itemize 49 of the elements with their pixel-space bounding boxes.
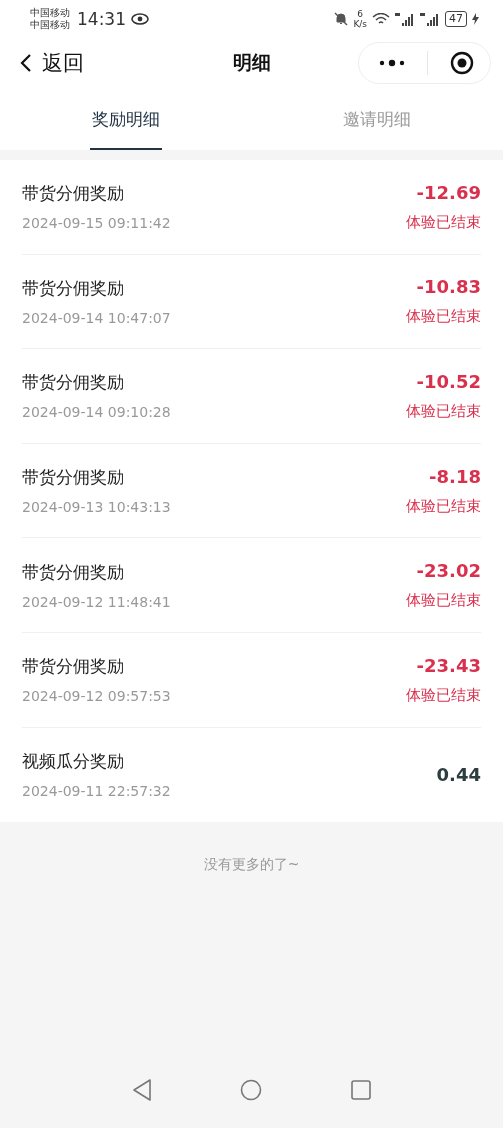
record-status: 体验已结束 xyxy=(406,496,481,516)
wifi-icon xyxy=(372,12,390,26)
record-time: 2024-09-14 09:10:28 xyxy=(22,404,171,421)
record-amount: 0.44 xyxy=(436,764,481,786)
record-title: 带货分佣奖励 xyxy=(22,276,125,300)
record-amount: -8.18 xyxy=(429,465,481,487)
record-time: 2024-09-12 11:48:41 xyxy=(22,593,171,610)
record-status: 体验已结束 xyxy=(406,591,481,611)
signal-icon xyxy=(395,12,415,26)
record-time: 2024-09-12 09:57:53 xyxy=(22,688,171,705)
record-title: 带货分佣奖励 xyxy=(22,466,125,490)
record-title: 带货分佣奖励 xyxy=(22,371,125,395)
status-time: 14:31 xyxy=(77,9,126,29)
recent-square-icon[interactable] xyxy=(349,1079,372,1101)
charging-icon xyxy=(472,13,479,25)
record-status: 体验已结束 xyxy=(406,212,481,232)
carrier-name: 中国移动 xyxy=(30,19,70,31)
record-title: 视频瓜分奖励 xyxy=(22,750,125,774)
home-circle-icon[interactable] xyxy=(239,1079,262,1101)
record-time: 2024-09-11 22:57:32 xyxy=(22,783,171,800)
page-title: 明细 xyxy=(232,50,271,75)
record-status: 体验已结束 xyxy=(406,307,481,327)
carrier-name: 中国移动 xyxy=(30,7,70,19)
signal-icon xyxy=(420,12,440,26)
back-button[interactable]: 返回 xyxy=(20,49,84,77)
record-time: 2024-09-15 09:11:42 xyxy=(22,215,171,232)
record-time: 2024-09-13 10:43:13 xyxy=(22,499,171,516)
back-triangle-icon[interactable] xyxy=(131,1078,152,1102)
record-amount: -23.43 xyxy=(416,654,481,676)
chevron-left-icon xyxy=(20,53,32,73)
record-amount: -10.83 xyxy=(416,276,481,298)
record-amount: -10.52 xyxy=(416,371,481,392)
record-time: 2024-09-14 10:47:07 xyxy=(22,309,171,326)
end-of-list-text: 没有更多的了~ xyxy=(202,856,301,875)
eye-icon xyxy=(131,13,149,25)
more-icon[interactable] xyxy=(379,59,405,67)
record-amount: -23.02 xyxy=(416,560,481,582)
net-speed-value: 6 xyxy=(357,9,364,19)
record-status: 体验已结束 xyxy=(406,685,481,705)
record-title: 带货分佣奖励 xyxy=(22,182,125,206)
muted-bell-icon xyxy=(334,12,349,26)
record-title: 带货分佣奖励 xyxy=(22,560,125,584)
record-title: 带货分佣奖励 xyxy=(22,655,125,679)
net-speed-unit: K/s xyxy=(353,19,367,29)
record-amount: -12.69 xyxy=(416,181,481,203)
record-status: 体验已结束 xyxy=(406,402,481,421)
close-target-icon[interactable] xyxy=(450,51,474,75)
battery-level: 47 xyxy=(445,11,467,27)
tab[interactable]: 奖励明细 xyxy=(0,88,252,150)
